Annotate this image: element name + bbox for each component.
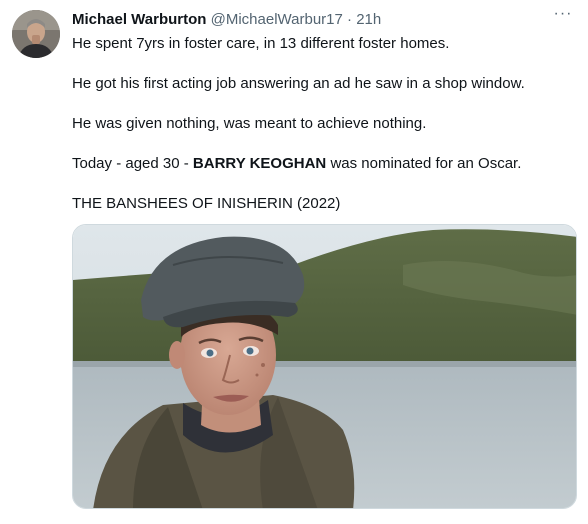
tweet-media-image[interactable]	[72, 224, 577, 509]
tweet-time[interactable]: 21h	[356, 11, 381, 28]
avatar[interactable]	[12, 10, 60, 58]
tweet[interactable]: Michael Warburton @MichaelWarbur17 · 21h…	[0, 0, 588, 524]
today-prefix: Today - aged 30 -	[72, 155, 193, 172]
tweet-text: He spent 7yrs in foster care, in 13 diff…	[72, 34, 576, 214]
actor-name: BARRY KEOGHAN	[192, 155, 327, 172]
tweet-line-3: He was given nothing, was meant to achie…	[72, 115, 427, 132]
tweet-header: Michael Warburton @MichaelWarbur17 · 21h	[72, 10, 548, 30]
author-name[interactable]: Michael Warburton	[72, 11, 206, 28]
film-title: THE BANSHEES OF INISHERIN (2022)	[72, 195, 341, 212]
today-suffix: was nominated for an Oscar.	[326, 155, 522, 172]
tweet-line-1: He spent 7yrs in foster care, in 13 diff…	[72, 35, 450, 52]
more-options-icon[interactable]: ···	[552, 6, 574, 26]
tweet-line-2: He got his first acting job answering an…	[72, 75, 525, 92]
separator-dot: ·	[347, 11, 353, 28]
author-handle[interactable]: @MichaelWarbur17	[211, 11, 343, 28]
tweet-line-4: Today - aged 30 - BARRY KEOGHAN was nomi…	[72, 154, 576, 174]
